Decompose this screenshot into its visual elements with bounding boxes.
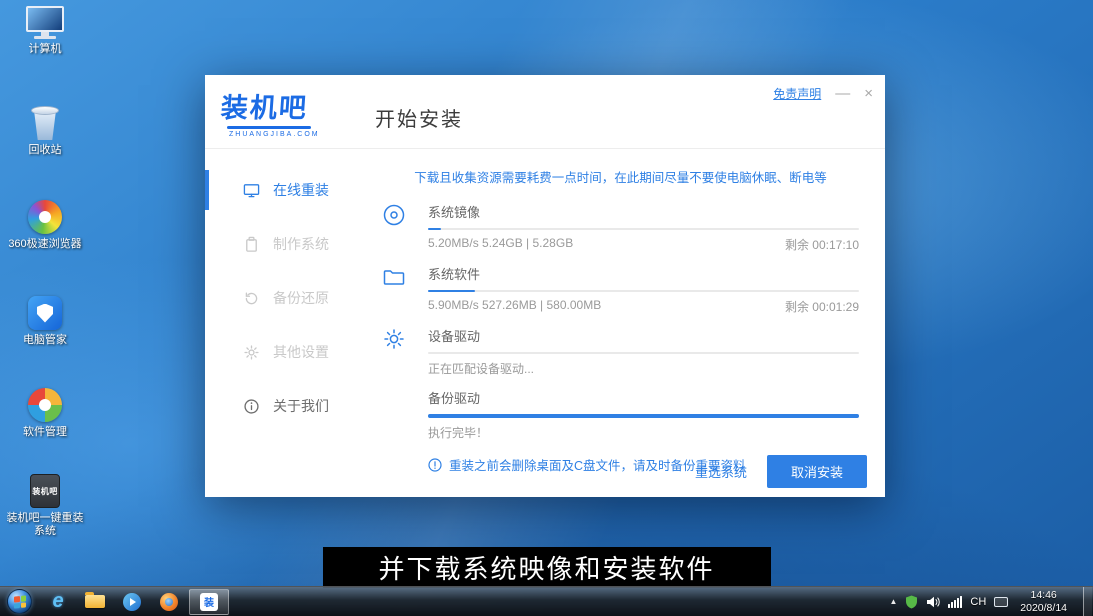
start-button[interactable] xyxy=(7,589,32,614)
sidebar-item-label: 备份还原 xyxy=(273,288,329,308)
desktop-icon-label: 360极速浏览器 xyxy=(8,238,81,251)
sidebar-item-make-system[interactable]: 制作系统 xyxy=(205,217,360,271)
tray-expand-icon[interactable]: ▲ xyxy=(889,597,897,606)
ie-icon xyxy=(52,590,63,613)
disc-icon xyxy=(382,202,428,253)
task-label: 系统软件 xyxy=(428,264,859,283)
progress-bar xyxy=(428,414,859,418)
folder-icon xyxy=(85,595,105,608)
desktop-icon-label: 装机吧一键重装系统 xyxy=(6,512,84,538)
show-desktop-button[interactable] xyxy=(1083,587,1092,616)
task-detail: 正在匹配设备驱动... xyxy=(428,360,534,377)
warning-text: 下载且收集资源需要耗费一点时间，在此期间尽量不要使电脑休眠、断电等 xyxy=(382,167,859,186)
sidebar-item-label: 其他设置 xyxy=(273,342,329,362)
logo-text: 装机吧 xyxy=(220,86,310,125)
close-button[interactable]: × xyxy=(864,86,873,101)
window-header: 装机吧 ZHUANGJIBA.COM 开始安装 免责声明 — × xyxy=(205,75,885,149)
reselect-system-button[interactable]: 重选系统 xyxy=(695,462,747,481)
logo-domain: ZHUANGJIBA.COM xyxy=(229,131,320,138)
task-label: 备份驱动 xyxy=(428,388,859,407)
desktop-icon-software-manager[interactable]: 软件管理 xyxy=(6,388,84,439)
gear-icon xyxy=(382,326,428,377)
sidebar-item-label: 在线重装 xyxy=(273,180,329,200)
task-label: 设备驱动 xyxy=(428,326,859,345)
task-detail: 执行完毕！ xyxy=(428,424,488,441)
monitor-reinstall-icon xyxy=(243,182,260,199)
progress-bar xyxy=(428,228,859,230)
sidebar-item-label: 关于我们 xyxy=(273,396,329,416)
browser-icon xyxy=(160,593,178,611)
desktop-icon-label: 计算机 xyxy=(29,43,62,56)
sidebar-item-about-us[interactable]: 关于我们 xyxy=(205,379,360,433)
antivirus-shield-icon[interactable] xyxy=(905,595,918,609)
desktop-icon-recycle-bin[interactable]: 回收站 xyxy=(6,106,84,157)
computer-icon xyxy=(26,6,64,39)
sidebar-item-online-reinstall[interactable]: 在线重装 xyxy=(205,163,360,217)
gear-icon xyxy=(243,344,260,361)
pinwheel-icon xyxy=(28,388,62,422)
restore-arrows-icon xyxy=(243,290,260,307)
zhuangjiba-box-icon: 装机吧 xyxy=(30,474,60,508)
taskbar-explorer-button[interactable] xyxy=(78,589,112,615)
task-remaining: 剩余 00:17:10 xyxy=(785,236,859,253)
taskbar-browser-button[interactable] xyxy=(152,589,186,615)
sidebar-item-label: 制作系统 xyxy=(273,234,329,254)
task-remaining: 剩余 00:01:29 xyxy=(785,298,859,315)
install-progress-panel: 下载且收集资源需要耗费一点时间，在此期间尽量不要使电脑休眠、断电等 系统镜像 5… xyxy=(360,149,885,496)
folder-icon xyxy=(382,264,428,315)
progress-bar xyxy=(428,352,859,354)
task-system-software: 系统软件 5.90MB/s 527.26MB | 580.00MB 剩余 00:… xyxy=(382,264,859,315)
desktop: 计算机 回收站 360极速浏览器 电脑管家 软件管理 装机吧 装机吧一键重装系统… xyxy=(0,0,1093,616)
desktop-icon-label: 回收站 xyxy=(29,144,62,157)
volume-icon[interactable] xyxy=(926,596,940,608)
logo-swoosh xyxy=(227,126,311,129)
sidebar: 在线重装 制作系统 备份还原 其他设置 关于我们 xyxy=(205,149,360,496)
keyboard-icon[interactable] xyxy=(994,597,1008,607)
desktop-icon-label: 电脑管家 xyxy=(23,334,67,347)
usb-clipboard-icon xyxy=(243,236,260,253)
media-player-icon xyxy=(123,593,141,611)
taskbar: 装 ▲ CH 14:46 2020/8/14 xyxy=(0,586,1093,616)
system-tray: ▲ CH 14:46 2020/8/14 xyxy=(889,587,1092,616)
clock-time: 14:46 xyxy=(1020,589,1067,602)
desktop-icon-zhuangjiba[interactable]: 装机吧 装机吧一键重装系统 xyxy=(6,474,84,538)
network-icon[interactable] xyxy=(948,596,962,608)
language-indicator[interactable]: CH xyxy=(970,596,986,608)
task-icon-empty xyxy=(382,388,428,441)
zhuangjiba-window: 装机吧 ZHUANGJIBA.COM 开始安装 免责声明 — × 在线重装 制作… xyxy=(205,75,885,497)
shield-icon xyxy=(28,296,62,330)
recycle-bin-icon xyxy=(31,106,59,140)
taskbar-media-player-button[interactable] xyxy=(115,589,149,615)
desktop-icon-pc-manager[interactable]: 电脑管家 xyxy=(6,296,84,347)
sidebar-item-other-settings[interactable]: 其他设置 xyxy=(205,325,360,379)
minimize-button[interactable]: — xyxy=(835,86,850,101)
zhuangjiba-app-icon: 装 xyxy=(200,593,218,611)
disclaimer-link[interactable]: 免责声明 xyxy=(773,85,821,102)
page-title: 开始安装 xyxy=(375,103,463,132)
sidebar-item-backup-restore[interactable]: 备份还原 xyxy=(205,271,360,325)
task-label: 系统镜像 xyxy=(428,202,859,221)
taskbar-zhuangjiba-button[interactable]: 装 xyxy=(189,589,229,615)
task-system-image: 系统镜像 5.20MB/s 5.24GB | 5.28GB 剩余 00:17:1… xyxy=(382,202,859,253)
info-icon xyxy=(243,398,260,415)
task-backup-driver: 备份驱动 执行完毕！ xyxy=(382,388,859,441)
window-footer: 重选系统 取消安装 xyxy=(360,446,885,496)
cancel-install-button[interactable]: 取消安装 xyxy=(767,455,867,488)
desktop-icon-label: 软件管理 xyxy=(23,426,67,439)
clock-date: 2020/8/14 xyxy=(1020,602,1067,615)
windows-flag-icon xyxy=(14,595,26,608)
subtitle-caption: 并下载系统映像和安装软件 xyxy=(322,547,770,588)
desktop-icon-360-browser[interactable]: 360极速浏览器 xyxy=(6,200,84,251)
app-logo: 装机吧 ZHUANGJIBA.COM xyxy=(221,86,320,138)
desktop-icon-computer[interactable]: 计算机 xyxy=(6,6,84,56)
task-detail: 5.20MB/s 5.24GB | 5.28GB xyxy=(428,236,573,253)
taskbar-ie-button[interactable] xyxy=(41,589,75,615)
progress-bar xyxy=(428,290,859,292)
task-device-driver: 设备驱动 正在匹配设备驱动... xyxy=(382,326,859,377)
browser-wheel-icon xyxy=(28,200,62,234)
task-detail: 5.90MB/s 527.26MB | 580.00MB xyxy=(428,298,601,315)
taskbar-clock[interactable]: 14:46 2020/8/14 xyxy=(1020,589,1067,615)
